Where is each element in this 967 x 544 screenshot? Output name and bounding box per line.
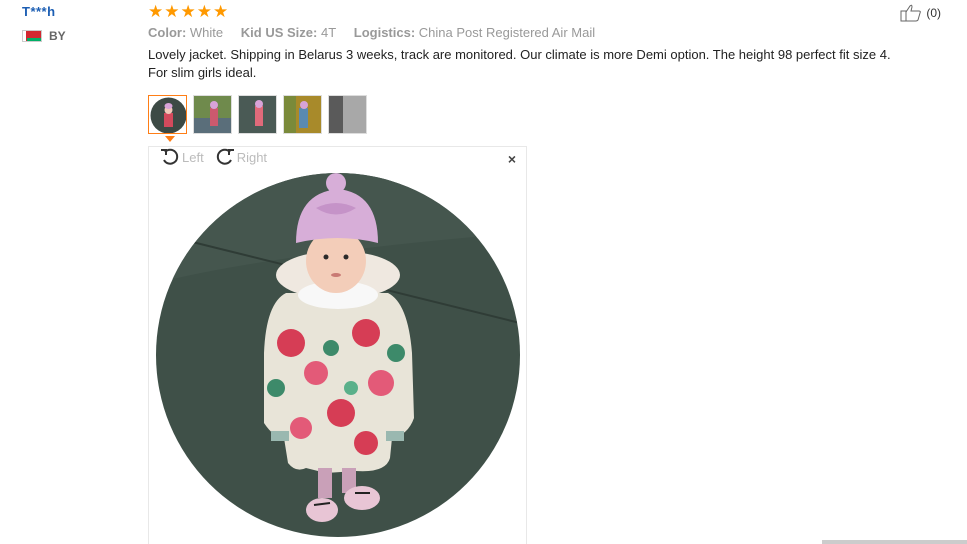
photo-thumbnail[interactable] [238, 95, 277, 134]
reviewer-country: BY [22, 29, 132, 43]
star-icon: ★ [196, 1, 212, 21]
photo-thumbnail[interactable] [283, 95, 322, 134]
star-icon: ★ [213, 1, 229, 21]
star-icon: ★ [164, 1, 180, 21]
star-rating: ★ ★ ★ ★ ★ [148, 2, 938, 20]
feedback-text: Lovely jacket. Shipping in Belarus 3 wee… [148, 46, 938, 82]
photo-thumbnail[interactable] [328, 95, 367, 134]
reviewer-info: T***h BY [22, 4, 132, 43]
attr-size: Kid US Size: 4T [240, 25, 337, 40]
helpful-button[interactable]: (0) [900, 4, 941, 22]
helpful-count: (0) [926, 6, 941, 20]
attr-color: Color: White [148, 25, 224, 40]
photo-thumbnail[interactable] [193, 95, 232, 134]
rotate-right-button[interactable]: Right [214, 147, 267, 167]
photo-thumbnails [148, 95, 367, 134]
photo-viewer: Left Right × [148, 146, 527, 544]
feedback-line: Lovely jacket. Shipping in Belarus 3 wee… [148, 47, 891, 62]
rotate-left-button[interactable]: Left [159, 147, 204, 167]
rotate-controls: Left Right [159, 147, 267, 167]
rotate-left-icon [161, 148, 179, 165]
active-thumb-pointer [165, 136, 175, 142]
rotate-left-label: Left [182, 149, 204, 165]
rotate-right-label: Right [236, 149, 268, 165]
feedback-line: For slim girls ideal. [148, 65, 257, 80]
thumbs-up-icon [900, 4, 922, 22]
country-code: BY [49, 29, 66, 43]
flag-icon [22, 30, 42, 42]
attr-logistics: Logistics: China Post Registered Air Mai… [353, 25, 596, 40]
star-icon: ★ [148, 1, 164, 21]
review-photo [156, 173, 520, 537]
order-attributes: Color: White Kid US Size: 4T Logistics: … [148, 25, 938, 40]
reviewer-name[interactable]: T***h [22, 4, 132, 19]
horizontal-scrollbar[interactable] [822, 540, 967, 544]
star-icon: ★ [180, 1, 196, 21]
close-icon[interactable]: × [508, 151, 516, 167]
photo-thumbnail[interactable] [148, 95, 187, 134]
review-body: ★ ★ ★ ★ ★ Color: White Kid US Size: 4T L… [148, 2, 938, 82]
rotate-right-icon [216, 148, 234, 165]
